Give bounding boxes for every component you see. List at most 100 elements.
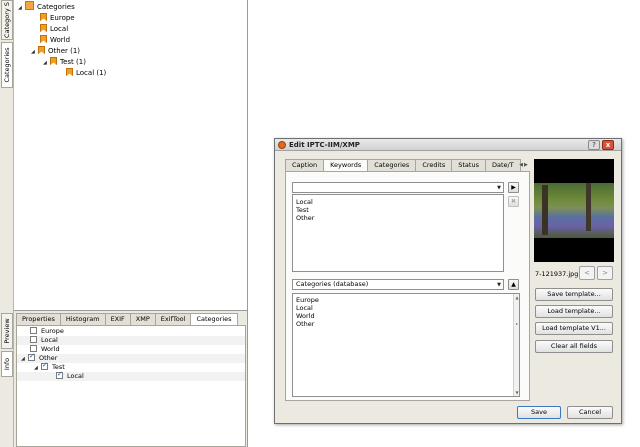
tree-node-root[interactable]: ◢ Categories xyxy=(18,1,75,12)
filename-label: 7-121937.jpg xyxy=(535,270,579,278)
preview-photo xyxy=(534,183,614,238)
side-tab-preview[interactable]: Preview xyxy=(1,313,13,349)
check-row-test[interactable]: ◢Test xyxy=(17,361,245,372)
categories-combo-value: Categories (database) xyxy=(296,280,369,288)
info-panel: Properties Histogram EXIF XMP ExifTool C… xyxy=(14,311,248,447)
check-label: Local xyxy=(41,336,58,344)
remove-icon: ✖ xyxy=(510,198,517,205)
dialog-titlebar[interactable]: Edit IPTC-IIM/XMP ? x xyxy=(275,139,621,151)
tree-node-local[interactable]: Local xyxy=(40,24,68,35)
category-tree-panel: ◢ Categories Europe Local World ◢ Other (1… xyxy=(14,0,248,311)
tab-credits[interactable]: Credits xyxy=(415,159,453,171)
checkbox[interactable] xyxy=(30,345,37,352)
tab-exiftool[interactable]: ExifTool xyxy=(154,313,192,325)
remove-keyword-button[interactable]: ✖ xyxy=(508,196,519,207)
close-button[interactable]: x xyxy=(602,140,614,150)
scroll-up-icon[interactable]: ▲ xyxy=(514,295,520,300)
clear-all-fields-button[interactable]: Clear all fields xyxy=(535,340,613,353)
database-categories-list[interactable]: Europe Local World Other ▲ ▸ ▼ xyxy=(292,293,520,397)
tab-exif[interactable]: EXIF xyxy=(104,313,131,325)
tree-node-label: Local (1) xyxy=(76,69,107,77)
load-template-v1-button[interactable]: Load template V1... xyxy=(535,322,613,335)
check-row-world[interactable]: World xyxy=(17,345,245,354)
side-tab-category-search[interactable]: Category S xyxy=(1,0,13,40)
help-button[interactable]: ? xyxy=(588,140,600,150)
tree-node-label: Local xyxy=(50,25,69,33)
category-item[interactable]: Other xyxy=(296,320,314,328)
keyword-combo[interactable]: ▼ xyxy=(292,182,504,193)
tab-scroll-arrows-icon[interactable]: ◀▶ xyxy=(518,160,530,170)
check-row-local[interactable]: Local xyxy=(17,336,245,345)
side-tab-label: Category S xyxy=(3,2,11,38)
tab-status[interactable]: Status xyxy=(451,159,486,171)
scroll-down-icon[interactable]: ▼ xyxy=(514,390,520,395)
tree-node-europe[interactable]: Europe xyxy=(40,13,75,24)
tab-categories[interactable]: Categories xyxy=(367,159,417,171)
keyword-item[interactable]: Other xyxy=(296,214,314,222)
edit-iptc-dialog: Edit IPTC-IIM/XMP ? x Caption Keywords C… xyxy=(274,138,622,424)
collapse-button[interactable]: ▲ xyxy=(508,279,519,290)
checkbox[interactable] xyxy=(30,327,37,334)
check-label: Local xyxy=(67,372,84,380)
check-row-other[interactable]: ◢Other xyxy=(17,352,245,363)
category-item[interactable]: World xyxy=(296,312,315,320)
add-icon: ▶ xyxy=(511,184,516,191)
category-icon xyxy=(40,35,47,43)
expand-arrow-icon[interactable]: ◢ xyxy=(31,47,38,58)
tree-node-label: Other (1) xyxy=(48,47,81,55)
side-tab-strip: Category S Categories Preview Info xyxy=(0,0,14,447)
tab-date[interactable]: Date/T xyxy=(484,159,521,171)
prev-image-button[interactable]: < xyxy=(579,266,595,280)
keywords-list[interactable]: Local Test Other xyxy=(292,194,504,272)
checkbox[interactable] xyxy=(28,352,35,361)
dropdown-icon: ▼ xyxy=(497,282,501,288)
checkbox[interactable] xyxy=(30,336,37,343)
checkbox[interactable] xyxy=(56,370,63,379)
categories-source-combo[interactable]: Categories (database) ▼ xyxy=(292,279,504,290)
up-icon: ▲ xyxy=(511,281,516,288)
categories-checklist: Europe Local World ◢Other ◢Test Local xyxy=(16,325,246,447)
keywords-tab-panel: ▼ ▶ Local Test Other ✖ Categories (datab… xyxy=(285,171,530,401)
expand-arrow-icon[interactable]: ◢ xyxy=(18,3,25,14)
category-item[interactable]: Europe xyxy=(296,296,319,304)
keyword-item[interactable]: Test xyxy=(296,206,309,214)
load-template-button[interactable]: Load template... xyxy=(535,305,613,318)
category-icon xyxy=(40,24,47,32)
tab-properties[interactable]: Properties xyxy=(16,313,61,325)
info-tab-bar: Properties Histogram EXIF XMP ExifTool C… xyxy=(16,313,238,326)
tab-xmp[interactable]: XMP xyxy=(129,313,156,325)
tree-node-test[interactable]: ◢ Test (1) xyxy=(43,57,86,68)
side-tab-label: Categories xyxy=(3,47,11,83)
check-label: World xyxy=(41,345,60,353)
image-preview xyxy=(534,159,614,262)
category-item[interactable]: Local xyxy=(296,304,313,312)
next-image-button[interactable]: > xyxy=(597,266,613,280)
checkbox[interactable] xyxy=(41,361,48,370)
save-button[interactable]: Save xyxy=(517,406,561,419)
tree-node-world[interactable]: World xyxy=(40,35,70,46)
category-icon xyxy=(38,46,45,54)
root-category-icon xyxy=(25,1,34,10)
tree-node-local-sub[interactable]: Local (1) xyxy=(66,68,106,79)
add-keyword-button[interactable]: ▶ xyxy=(508,182,519,193)
dialog-tab-bar: Caption Keywords Categories Credits Stat… xyxy=(285,159,521,172)
tab-caption[interactable]: Caption xyxy=(285,159,325,171)
tree-node-label: Europe xyxy=(50,14,75,22)
side-tab-label: Info xyxy=(3,357,11,371)
tree-node-label: Test (1) xyxy=(60,58,86,66)
side-tab-info[interactable]: Info xyxy=(1,351,13,377)
side-tab-categories[interactable]: Categories xyxy=(1,42,13,88)
tree-node-label: World xyxy=(50,36,71,44)
list-scrollbar[interactable]: ▲ ▸ ▼ xyxy=(513,294,519,396)
side-tab-label: Preview xyxy=(3,318,11,344)
tree-node-other[interactable]: ◢ Other (1) xyxy=(31,46,80,57)
check-label: Europe xyxy=(41,327,64,335)
save-template-button[interactable]: Save template... xyxy=(535,288,613,301)
check-row-local-sub[interactable]: Local xyxy=(17,370,245,381)
category-icon xyxy=(50,57,57,65)
check-row-europe[interactable]: Europe xyxy=(17,327,245,336)
expand-arrow-icon[interactable]: ◢ xyxy=(43,58,50,69)
keyword-item[interactable]: Local xyxy=(296,198,313,206)
cancel-button[interactable]: Cancel xyxy=(567,406,613,419)
tab-histogram[interactable]: Histogram xyxy=(59,313,106,325)
